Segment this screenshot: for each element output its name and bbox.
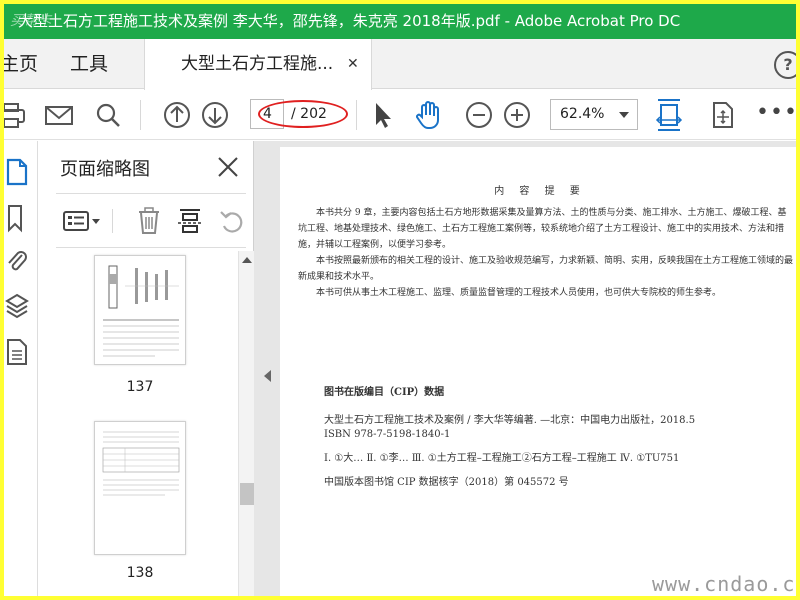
email-icon[interactable] (44, 99, 74, 131)
scrollbar-thumb[interactable] (240, 483, 254, 505)
zoom-select[interactable]: 62.4% (550, 99, 638, 130)
select-cursor-icon[interactable] (372, 99, 392, 131)
thumbnail-page-label: 138 (126, 565, 154, 581)
thumbnail-content (102, 431, 180, 496)
more-icon[interactable]: ••• (756, 99, 796, 127)
help-icon[interactable]: ? (774, 51, 796, 79)
zoom-in-icon[interactable] (502, 99, 532, 131)
rotate-page-icon[interactable] (218, 206, 246, 236)
thumbnail-panel: 页面缩略图 137 138 (38, 141, 254, 596)
zoom-out-icon[interactable] (464, 99, 494, 131)
title-bar: 买帮卡 大型土石方工程施工技术及案例 李大华，邵先锋，朱克亮 2018年版.pd… (4, 4, 796, 39)
fit-width-icon[interactable] (654, 96, 684, 134)
cip-line: 大型土石方工程施工技术及案例 / 李大华等编著. —北京：中国电力出版社，201… (324, 415, 696, 426)
left-rail (4, 141, 38, 596)
site-watermark: www.cndao.com (652, 572, 796, 596)
attachments-icon[interactable] (4, 247, 30, 277)
thumbnail-page[interactable] (94, 421, 186, 555)
page-down-icon[interactable] (200, 99, 230, 131)
pdf-page: 内 容 提 要 本书共分 9 章，主要内容包括土石方地形数据采集及量算方法、土的… (280, 147, 796, 596)
summary-paragraph: 本书按照最新颁布的相关工程的设计、施工及验收规范编写，力求新颖、简明、实用，反映… (298, 256, 794, 282)
page-heading: 内 容 提 要 (494, 186, 586, 197)
summary-paragraph: 本书共分 9 章，主要内容包括土石方地形数据采集及量算方法、土的性质与分类、施工… (298, 208, 787, 250)
thumbnail-content (103, 265, 179, 357)
delete-page-icon[interactable] (136, 206, 162, 236)
cip-line: 中国版本图书馆 CIP 数据核字（2018）第 045572 号 (324, 477, 569, 488)
chevron-down-icon (619, 112, 629, 118)
acrobat-window: 买帮卡 大型土石方工程施工技术及案例 李大华，邵先锋，朱克亮 2018年版.pd… (4, 4, 796, 596)
document-tab-label: 大型土石方工程施... (181, 54, 334, 74)
cip-line: Ⅰ. ①大… Ⅱ. ①李… Ⅲ. ①土方工程–工程施工②石方工程–工程施工 Ⅳ.… (324, 453, 680, 464)
thumbnail-options-icon[interactable] (62, 207, 102, 235)
hand-tool-icon[interactable] (414, 99, 444, 131)
panel-divider (56, 193, 246, 194)
extract-page-icon[interactable] (176, 206, 204, 236)
cip-line: ISBN 978-7-5198-1840-1 (324, 429, 451, 440)
tab-document[interactable]: 大型土石方工程施... ✕ (144, 39, 372, 90)
panel-tools-divider (112, 209, 113, 233)
thumbnail-page[interactable] (94, 255, 186, 365)
close-panel-icon[interactable] (216, 155, 240, 179)
thumbnail-page-label: 137 (126, 379, 154, 395)
title-watermark: 买帮卡 (10, 13, 52, 29)
tab-home[interactable]: 主页 (4, 39, 38, 89)
toolbar: 4 / 202 62.4% ••• (4, 90, 796, 140)
search-icon[interactable] (94, 99, 122, 131)
red-annotation-ellipse (258, 100, 348, 128)
window-title: 大型土石方工程施工技术及案例 李大华，邵先锋，朱克亮 2018年版.pdf - … (18, 12, 681, 30)
toolbar-divider (356, 100, 357, 130)
scroll-up-arrow-icon[interactable] (242, 257, 252, 263)
bookmarks-icon[interactable] (4, 203, 30, 233)
page-up-icon[interactable] (162, 99, 192, 131)
zoom-value: 62.4% (560, 106, 605, 122)
summary-paragraph: 本书可供从事土木工程施工、监理、质量监督管理的工程技术人员使用，也可供大专院校的… (316, 288, 722, 298)
thumbnail-list: 137 138 (38, 251, 238, 596)
panel-title: 页面缩略图 (60, 159, 150, 180)
collapse-panel-arrow-icon[interactable] (264, 370, 271, 382)
close-tab-icon[interactable]: ✕ (347, 39, 359, 89)
panel-divider (56, 247, 246, 248)
document-properties-icon[interactable] (4, 337, 30, 367)
cip-title: 图书在版编目（CIP）数据 (324, 387, 445, 398)
page-thumbnails-icon[interactable] (4, 157, 30, 187)
toolbar-divider (140, 100, 141, 130)
print-icon[interactable] (4, 99, 28, 131)
layers-icon[interactable] (4, 291, 30, 321)
tab-bar: 主页 工具 大型土石方工程施... ✕ ? (4, 39, 796, 90)
thumbnail-scrollbar[interactable] (238, 251, 254, 596)
tab-tools[interactable]: 工具 (70, 39, 108, 89)
panel-toolbar (38, 201, 254, 241)
rotate-view-icon[interactable] (708, 99, 736, 131)
